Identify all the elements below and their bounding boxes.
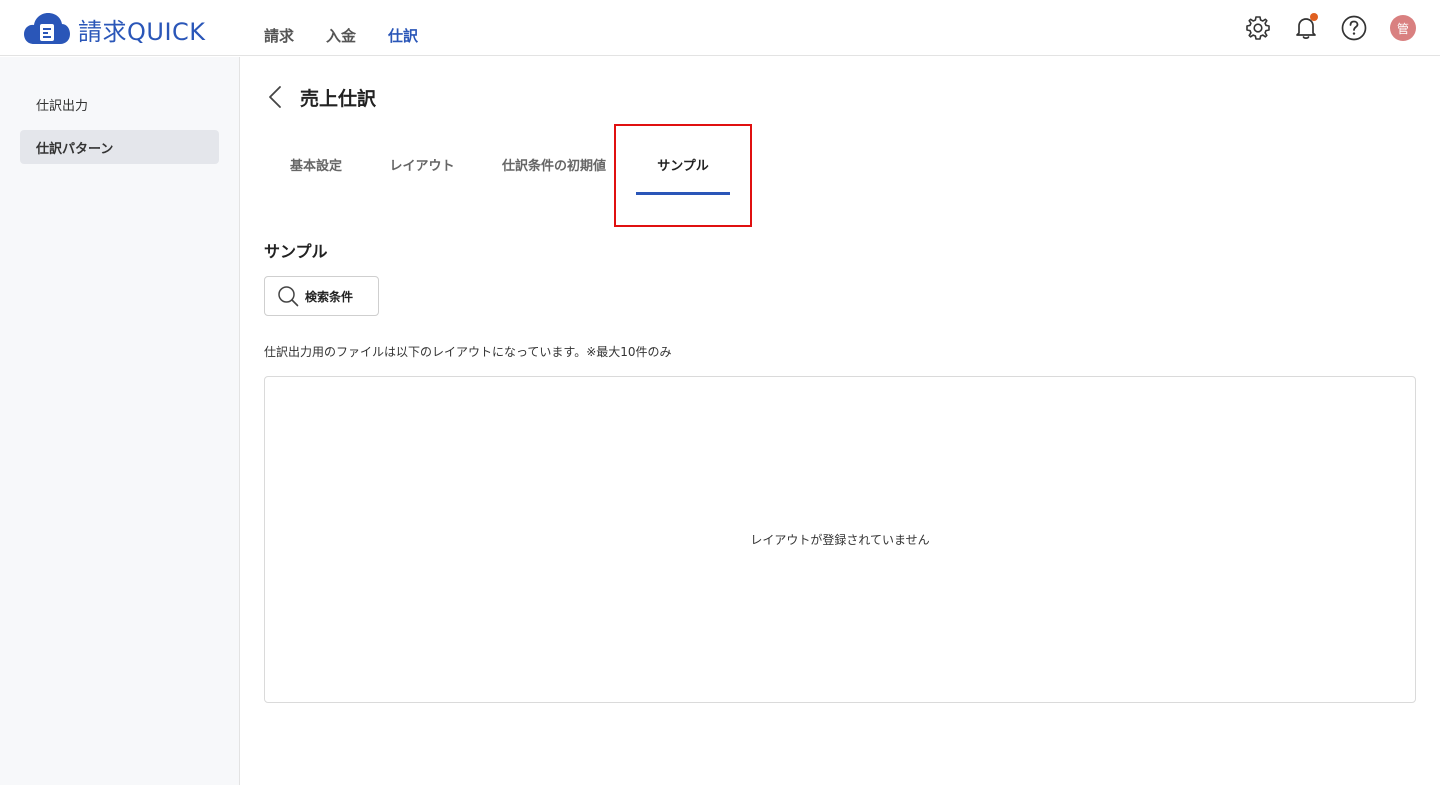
- section-title: サンプル: [264, 242, 328, 261]
- chevron-left-icon: [269, 86, 281, 108]
- user-avatar[interactable]: 管: [1390, 15, 1416, 41]
- app-logo[interactable]: 請求QUICK: [24, 12, 206, 46]
- sidebar-item-journal-pattern[interactable]: 仕訳パターン: [20, 130, 219, 164]
- notification-badge: [1310, 13, 1318, 21]
- tab-layout[interactable]: レイアウト: [376, 140, 468, 188]
- layout-description: 仕訳出力用のファイルは以下のレイアウトになっています。※最大10件のみ: [264, 345, 672, 359]
- back-button[interactable]: [268, 84, 290, 110]
- main-nav: 請求 入金 仕訳: [264, 0, 450, 56]
- nav-item-payment[interactable]: 入金: [326, 0, 356, 56]
- search-conditions-label: 検索条件: [305, 289, 354, 304]
- nav-item-invoice[interactable]: 請求: [264, 0, 294, 56]
- help-icon: [1341, 15, 1367, 41]
- app-name: 請求QUICK: [78, 17, 206, 46]
- page-title: 売上仕訳: [300, 87, 377, 110]
- help-button[interactable]: [1338, 12, 1370, 44]
- empty-state-message: レイアウトが登録されていません: [750, 533, 930, 547]
- search-conditions-button[interactable]: 検索条件: [264, 276, 379, 316]
- cloud-document-icon: [24, 13, 70, 44]
- header-actions: 管: [1226, 12, 1416, 44]
- tab-journal-defaults[interactable]: 仕訳条件の初期値: [490, 140, 618, 188]
- sidebar: 仕訳出力 仕訳パターン: [0, 57, 240, 785]
- top-header: 請求QUICK 請求 入金 仕訳 管: [0, 0, 1440, 56]
- gear-icon: [1246, 16, 1270, 40]
- search-icon: [278, 286, 299, 307]
- highlight-annotation: [614, 124, 752, 227]
- page-header: 売上仕訳: [268, 84, 376, 110]
- sample-preview-table: レイアウトが登録されていません: [264, 376, 1416, 703]
- sidebar-item-journal-output[interactable]: 仕訳出力: [20, 87, 219, 121]
- notification-button[interactable]: [1290, 12, 1322, 44]
- settings-button[interactable]: [1242, 12, 1274, 44]
- nav-item-journal[interactable]: 仕訳: [388, 0, 418, 56]
- tab-basic-settings[interactable]: 基本設定: [264, 140, 368, 188]
